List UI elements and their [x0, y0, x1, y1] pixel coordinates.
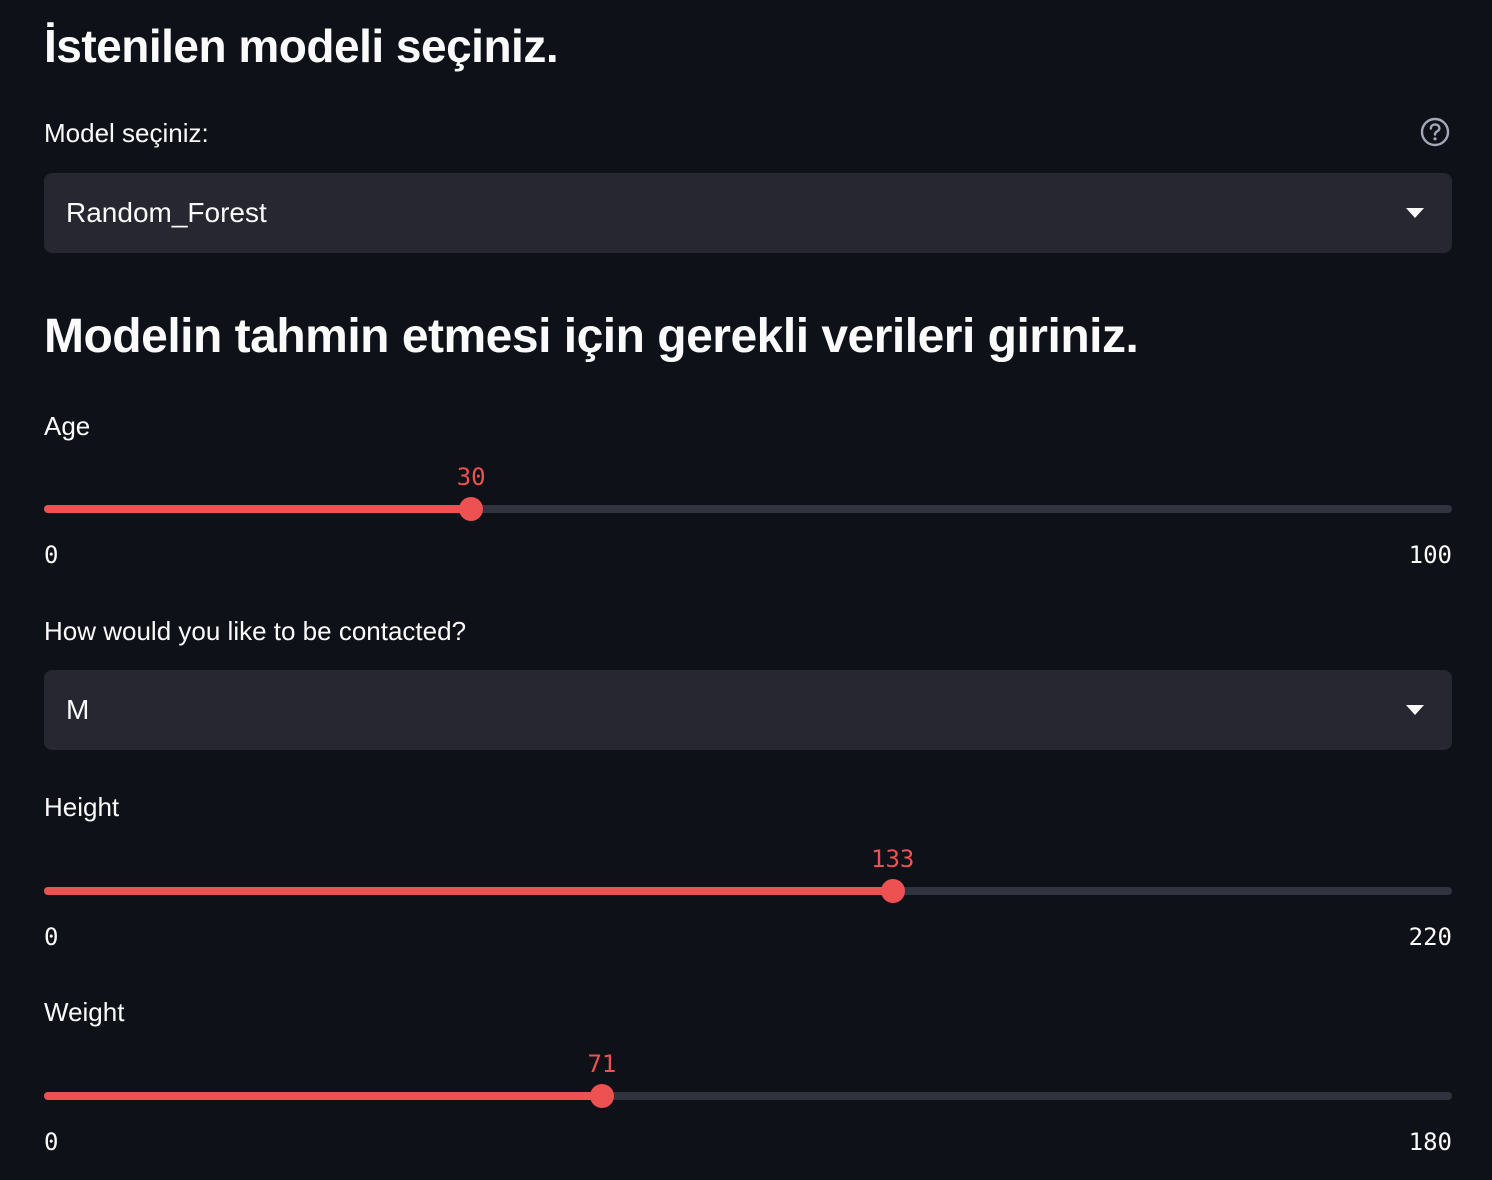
app-main: İstenilen modeli seçiniz. Model seçiniz:… — [0, 0, 1492, 1180]
slider-min: 0 — [44, 1128, 59, 1156]
slider-fill — [44, 887, 893, 895]
contact-select[interactable]: M — [44, 670, 1452, 750]
slider-max: 220 — [1408, 923, 1452, 951]
contact-select-value: M — [66, 694, 90, 725]
height-slider[interactable]: 133 0 220 — [44, 845, 1452, 959]
contact-select-label: How would you like to be contacted? — [44, 616, 467, 646]
slider-min: 0 — [44, 541, 59, 569]
slider-value: 71 — [587, 1050, 617, 1078]
slider-value: 30 — [456, 463, 486, 491]
model-select[interactable]: Random_Forest — [44, 173, 1452, 253]
chevron-down-icon — [1406, 208, 1424, 218]
age-label: Age — [44, 411, 91, 441]
slider-fill — [44, 1092, 602, 1100]
chevron-down-icon — [1406, 705, 1424, 715]
slider-thumb[interactable] — [459, 497, 484, 521]
page-title: İstenilen modeli seçiniz. — [44, 20, 559, 72]
slider-value: 133 — [871, 845, 915, 873]
slider-min: 0 — [44, 923, 59, 951]
slider-thumb[interactable] — [589, 1084, 614, 1108]
weight-slider[interactable]: 71 0 180 — [44, 1050, 1452, 1164]
help-icon[interactable] — [1420, 117, 1450, 147]
slider-max: 100 — [1408, 541, 1452, 569]
slider-max: 180 — [1408, 1128, 1452, 1156]
weight-label: Weight — [44, 997, 125, 1027]
age-slider[interactable]: 30 0 100 — [44, 463, 1452, 577]
slider-fill — [44, 505, 472, 513]
section-title: Modelin tahmin etmesi için gerekli veril… — [44, 310, 1139, 363]
slider-thumb[interactable] — [880, 879, 905, 903]
model-select-value: Random_Forest — [66, 197, 267, 228]
height-label: Height — [44, 792, 120, 822]
model-select-label: Model seçiniz: — [44, 118, 209, 148]
